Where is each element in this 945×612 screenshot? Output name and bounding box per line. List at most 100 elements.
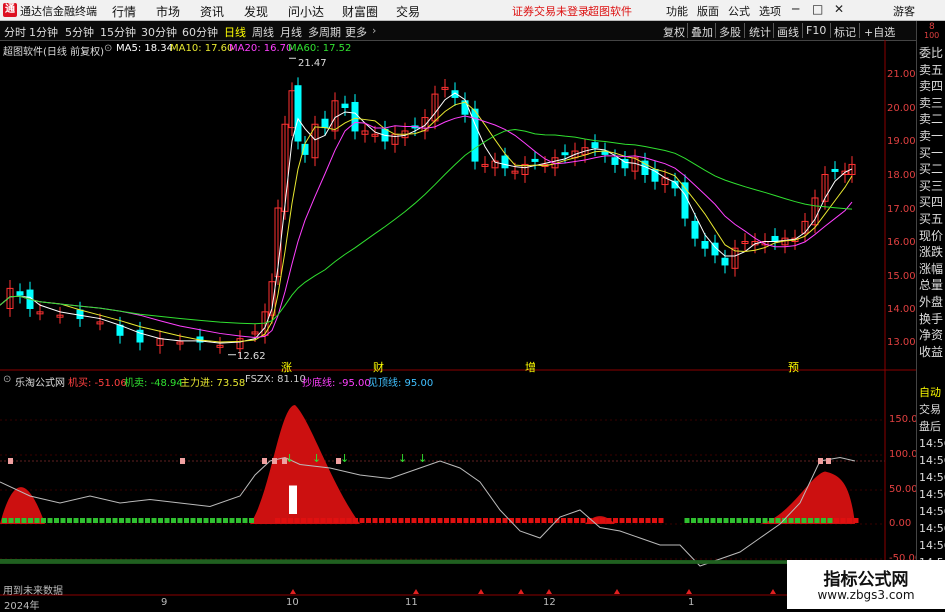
period-daily[interactable]: 日线 bbox=[224, 24, 246, 40]
quote-label: 买五 bbox=[919, 211, 944, 226]
period-30min[interactable]: 30分钟 bbox=[141, 24, 177, 40]
top-line-label: 见顶线: 95.00 bbox=[368, 378, 434, 389]
period-tick[interactable]: 分时 bbox=[4, 24, 26, 40]
menu-discover[interactable]: 发现 bbox=[244, 3, 268, 20]
quote-label: 换手 bbox=[919, 311, 944, 326]
signal-block bbox=[645, 518, 651, 523]
signal-block bbox=[470, 518, 475, 523]
menu-ask[interactable]: 问小达 bbox=[288, 3, 324, 20]
signal-block bbox=[34, 518, 40, 523]
signal-block bbox=[632, 518, 638, 523]
period-monthly[interactable]: 月线 bbox=[280, 24, 302, 40]
period-more[interactable]: 更多 bbox=[345, 24, 367, 40]
timeline-marker bbox=[546, 589, 552, 594]
quote-label: 买二 bbox=[919, 162, 944, 177]
signal-block bbox=[112, 518, 118, 523]
quote-label: 现价 bbox=[919, 228, 944, 243]
signal-block bbox=[613, 518, 618, 523]
login-notice[interactable]: 证券交易未登录 bbox=[512, 3, 589, 19]
add-watchlist-button[interactable]: +自选 bbox=[864, 24, 895, 40]
period-5min[interactable]: 5分钟 bbox=[65, 24, 94, 40]
period-multi[interactable]: 多周期 bbox=[308, 24, 341, 40]
period-15min[interactable]: 15分钟 bbox=[100, 24, 136, 40]
f10-button[interactable]: F10 bbox=[806, 24, 826, 37]
signal-marker bbox=[826, 458, 831, 464]
candle-body bbox=[561, 152, 569, 156]
period-60min[interactable]: 60分钟 bbox=[182, 24, 218, 40]
signal-block bbox=[457, 518, 462, 523]
overlay-button[interactable]: 叠加 bbox=[691, 24, 713, 40]
quote-label: 涨幅 bbox=[919, 261, 944, 276]
signal-block bbox=[151, 518, 157, 523]
signal-block bbox=[327, 518, 332, 523]
menu-formula[interactable]: 公式 bbox=[728, 3, 750, 19]
signal-marker bbox=[282, 458, 287, 464]
menu-news[interactable]: 资讯 bbox=[200, 3, 224, 20]
indicator-chevron-icon[interactable]: ⊙ bbox=[3, 374, 11, 385]
event-marker-forecast[interactable]: 预 bbox=[788, 359, 799, 375]
signal-block bbox=[28, 518, 33, 523]
draw-line-button[interactable]: 画线 bbox=[777, 24, 799, 40]
signal-block bbox=[372, 518, 378, 523]
candle-body bbox=[591, 142, 599, 149]
quote-label: 涨跌 bbox=[919, 245, 944, 260]
divider bbox=[830, 23, 831, 38]
indicator-title: 乐淘公式网 bbox=[15, 378, 65, 389]
divider bbox=[802, 23, 803, 38]
signal-block bbox=[60, 518, 66, 523]
mark-button[interactable]: 标记 bbox=[834, 24, 856, 40]
signal-block bbox=[190, 518, 196, 523]
trade-label: 14:56 bbox=[919, 437, 945, 450]
minimize-button[interactable]: ─ bbox=[792, 2, 799, 16]
multi-stock-button[interactable]: 多股 bbox=[719, 24, 741, 40]
signal-block bbox=[359, 518, 365, 523]
divider bbox=[744, 23, 745, 38]
adjust-button[interactable]: 复权 bbox=[663, 24, 685, 40]
close-button[interactable]: ✕ bbox=[834, 2, 844, 16]
menu-options[interactable]: 选项 bbox=[759, 3, 781, 19]
chevron-down-icon[interactable]: ⊙ bbox=[104, 43, 112, 54]
app-title: 通达信金融终端 bbox=[20, 5, 97, 18]
menu-quotes[interactable]: 行情 bbox=[112, 3, 136, 20]
signal-block bbox=[496, 518, 501, 523]
menu-trade[interactable]: 交易 bbox=[396, 3, 420, 20]
kline-chart[interactable]: ↓ ↓ ↓ ↓ ↓ bbox=[0, 40, 916, 609]
menu-function[interactable]: 功能 bbox=[666, 3, 688, 19]
signal-block bbox=[333, 518, 339, 523]
buy-arrow-icon: ↓ bbox=[398, 452, 407, 465]
price-tick: 13.00 bbox=[887, 337, 916, 348]
menu-wealth[interactable]: 财富圈 bbox=[342, 3, 378, 20]
signal-block bbox=[8, 518, 14, 523]
indicator-tick: 50.00 bbox=[889, 484, 918, 495]
event-marker-limit-up[interactable]: 涨 bbox=[281, 359, 292, 375]
divider bbox=[715, 23, 716, 38]
user-label[interactable]: 游客 bbox=[893, 3, 915, 19]
signal-block bbox=[853, 518, 859, 523]
timeline-marker bbox=[770, 589, 776, 594]
signal-block bbox=[736, 518, 742, 523]
price-tick: 20.00 bbox=[887, 103, 916, 114]
signal-block bbox=[743, 518, 748, 523]
maximize-button[interactable]: □ bbox=[812, 2, 823, 16]
signal-block bbox=[197, 518, 202, 523]
event-marker-increase[interactable]: 增 bbox=[525, 359, 536, 375]
signal-block bbox=[281, 518, 287, 523]
signal-block bbox=[808, 518, 813, 523]
signal-block bbox=[775, 518, 781, 523]
signal-block bbox=[697, 518, 703, 523]
signal-block bbox=[67, 518, 72, 523]
candle-body bbox=[771, 235, 779, 243]
period-1min[interactable]: 1分钟 bbox=[29, 24, 58, 40]
period-weekly[interactable]: 周线 bbox=[252, 24, 274, 40]
menu-market[interactable]: 市场 bbox=[156, 3, 180, 20]
stats-button[interactable]: 统计 bbox=[749, 24, 771, 40]
ma60-label: MA60: 17.52 bbox=[288, 43, 352, 54]
quote-label: 卖二 bbox=[919, 112, 944, 127]
quote-label: 外盘 bbox=[919, 294, 944, 309]
menu-layout[interactable]: 版面 bbox=[697, 3, 719, 19]
event-marker-financial[interactable]: 财 bbox=[373, 359, 384, 375]
signal-block bbox=[236, 518, 241, 523]
signal-block bbox=[522, 518, 527, 523]
signal-block bbox=[580, 518, 586, 523]
chevron-right-icon[interactable]: › bbox=[372, 24, 376, 37]
